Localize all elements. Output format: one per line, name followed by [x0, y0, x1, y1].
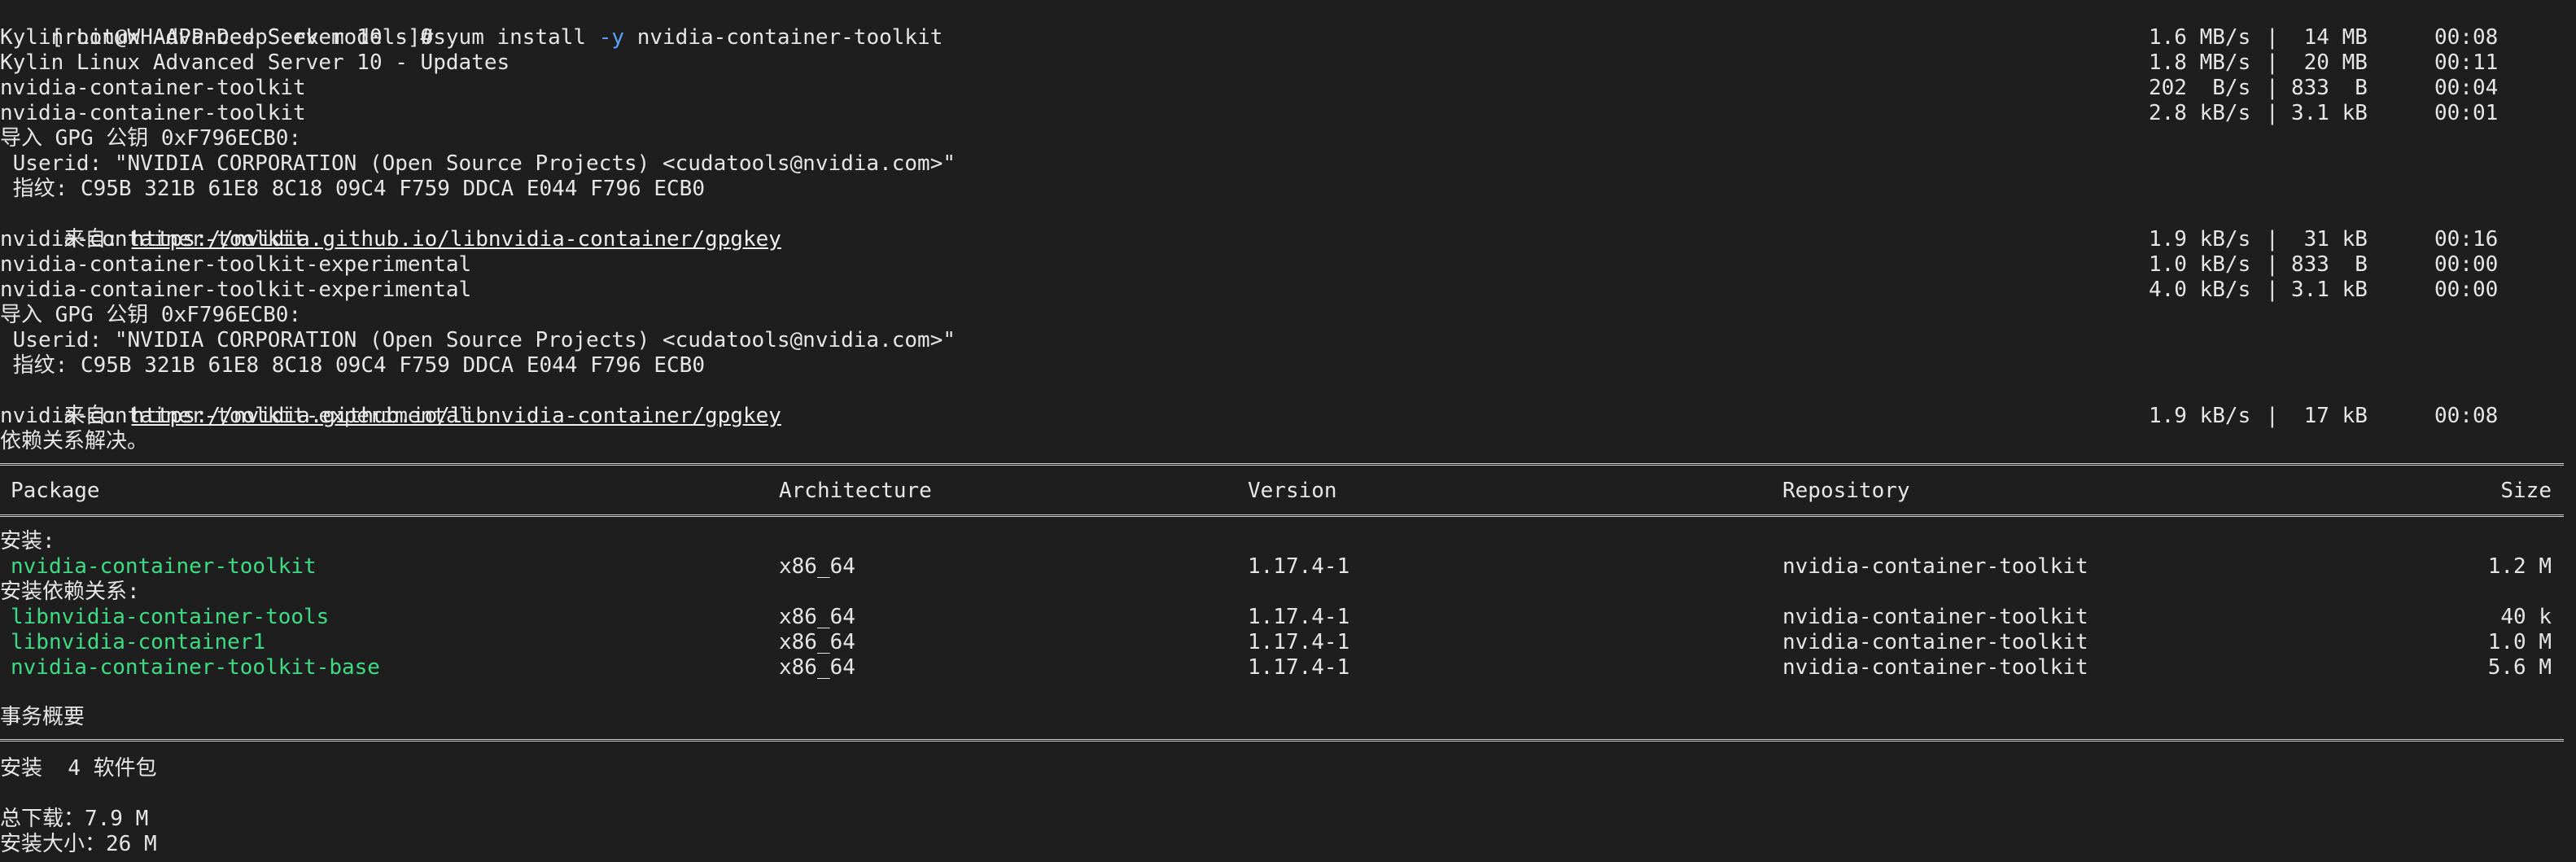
repo-rate: 1.9 kB/s: [2149, 404, 2251, 428]
separator-line: [0, 463, 2564, 466]
header-package: Package: [11, 479, 100, 503]
repo-rate: 4.0 kB/s: [2149, 278, 2251, 302]
column-separator: |: [2266, 227, 2279, 252]
summary-install-size: 安装大小：26 M: [0, 832, 157, 856]
header-architecture: Architecture: [779, 479, 932, 503]
package-size: 1.2 M: [2487, 554, 2552, 579]
gpg-import-line: 导入 GPG 公钥 0xF796ECB0:: [0, 126, 302, 151]
table-row: nvidia-container-toolkit-base x86_64 1.1…: [0, 655, 2576, 680]
summary-install-count: 安装 4 软件包: [0, 756, 157, 781]
terminal-window[interactable]: [root@WH-APP-DeepSeek models]# yum insta…: [0, 0, 2576, 862]
repo-time: 00:11: [2434, 50, 2499, 75]
repo-line: nvidia-container-toolkit-experimental 1.…: [0, 252, 2576, 278]
package-arch: x86_64: [779, 630, 855, 654]
repo-line: nvidia-container-toolkit 1.9 kB/s | 31 k…: [0, 227, 2576, 252]
repo-rate: 1.8 MB/s: [2149, 50, 2251, 75]
repo-time: 00:01: [2434, 101, 2499, 125]
header-size: Size: [2500, 479, 2552, 503]
repo-rate: 1.0 kB/s: [2149, 252, 2251, 277]
repo-line: nvidia-container-toolkit-experimental 1.…: [0, 404, 2576, 429]
package-version: 1.17.4-1: [1248, 630, 1350, 654]
separator-line: [0, 739, 2564, 742]
repo-time: 00:08: [2434, 404, 2499, 428]
header-repository: Repository: [1782, 479, 1910, 503]
repo-size: 3.1 kB: [2291, 278, 2368, 302]
package-version: 1.17.4-1: [1248, 655, 1350, 680]
package-name: nvidia-container-toolkit-base: [11, 655, 380, 680]
repo-line: nvidia-container-toolkit 202 B/s | 833 B…: [0, 76, 2576, 101]
header-version: Version: [1248, 479, 1337, 503]
gpg-source-line: 来自: https://nvidia.github.io/libnvidia-c…: [0, 202, 781, 252]
repo-time: 00:00: [2434, 278, 2499, 302]
repo-size: 14 MB: [2291, 25, 2368, 50]
package-repo: nvidia-container-toolkit: [1782, 655, 2088, 680]
repo-name: nvidia-container-toolkit-experimental: [0, 404, 472, 428]
repo-rate: 1.6 MB/s: [2149, 25, 2251, 50]
package-name: libnvidia-container1: [11, 630, 266, 654]
repo-time: 00:16: [2434, 227, 2499, 252]
repo-name: nvidia-container-toolkit-experimental: [0, 252, 472, 277]
package-name: nvidia-container-toolkit: [11, 554, 317, 579]
gpg-source-line: 来自: https://nvidia.github.io/libnvidia-c…: [0, 378, 781, 428]
gpg-userid-line: Userid: "NVIDIA CORPORATION (Open Source…: [0, 328, 956, 352]
deps-resolved-line: 依赖关系解决。: [0, 429, 149, 453]
separator-line: [0, 514, 2564, 517]
repo-name: nvidia-container-toolkit: [0, 101, 306, 125]
summary-title: 事务概要: [0, 705, 85, 729]
repo-time: 00:08: [2434, 25, 2499, 50]
table-row: nvidia-container-toolkit x86_64 1.17.4-1…: [0, 554, 2576, 580]
column-separator: |: [2266, 252, 2279, 277]
gpg-fingerprint-line: 指纹: C95B 321B 61E8 8C18 09C4 F759 DDCA E…: [0, 177, 705, 201]
prompt-line: [root@WH-APP-DeepSeek models]# yum insta…: [0, 0, 943, 50]
package-arch: x86_64: [779, 655, 855, 680]
repo-line: nvidia-container-toolkit 2.8 kB/s | 3.1 …: [0, 101, 2576, 126]
repo-name: nvidia-container-toolkit: [0, 227, 306, 252]
repo-rate: 2.8 kB/s: [2149, 101, 2251, 125]
repo-size: 20 MB: [2291, 50, 2368, 75]
package-version: 1.17.4-1: [1248, 554, 1350, 579]
repo-name: Kylin Linux Advanced Server 10 - Os: [0, 25, 446, 50]
package-size: 40 k: [2500, 605, 2552, 629]
summary-total-download: 总下载：7.9 M: [0, 807, 149, 831]
package-version: 1.17.4-1: [1248, 605, 1350, 629]
table-row: libnvidia-container1 x86_64 1.17.4-1 nvi…: [0, 630, 2576, 655]
deps-label: 安装依赖关系:: [0, 580, 140, 604]
gpg-fingerprint-line: 指纹: C95B 321B 61E8 8C18 09C4 F759 DDCA E…: [0, 353, 705, 378]
column-separator: |: [2266, 76, 2279, 100]
package-size: 1.0 M: [2487, 630, 2552, 654]
column-separator: |: [2266, 50, 2279, 75]
package-repo: nvidia-container-toolkit: [1782, 630, 2088, 654]
gpg-import-line: 导入 GPG 公钥 0xF796ECB0:: [0, 303, 302, 327]
repo-line: nvidia-container-toolkit-experimental 4.…: [0, 278, 2576, 303]
package-repo: nvidia-container-toolkit: [1782, 605, 2088, 629]
repo-name: nvidia-container-toolkit: [0, 76, 306, 100]
column-separator: |: [2266, 101, 2279, 125]
repo-size: 833 B: [2291, 76, 2368, 100]
gpg-userid-line: Userid: "NVIDIA CORPORATION (Open Source…: [0, 151, 956, 176]
repo-size: 3.1 kB: [2291, 101, 2368, 125]
package-name: libnvidia-container-tools: [11, 605, 330, 629]
column-separator: |: [2266, 278, 2279, 302]
package-arch: x86_64: [779, 554, 855, 579]
repo-name: nvidia-container-toolkit-experimental: [0, 278, 472, 302]
column-separator: |: [2266, 404, 2279, 428]
repo-line: Kylin Linux Advanced Server 10 - Os 1.6 …: [0, 25, 2576, 50]
repo-size: 17 kB: [2291, 404, 2368, 428]
repo-size: 833 B: [2291, 252, 2368, 277]
repo-time: 00:00: [2434, 252, 2499, 277]
install-label: 安装:: [0, 529, 55, 554]
repo-line: Kylin Linux Advanced Server 10 - Updates…: [0, 50, 2576, 76]
repo-rate: 1.9 kB/s: [2149, 227, 2251, 252]
repo-name: Kylin Linux Advanced Server 10 - Updates: [0, 50, 510, 75]
repo-time: 00:04: [2434, 76, 2499, 100]
column-separator: |: [2266, 25, 2279, 50]
package-size: 5.6 M: [2487, 655, 2552, 680]
package-arch: x86_64: [779, 605, 855, 629]
table-row: libnvidia-container-tools x86_64 1.17.4-…: [0, 605, 2576, 630]
package-repo: nvidia-container-toolkit: [1782, 554, 2088, 579]
repo-size: 31 kB: [2291, 227, 2368, 252]
table-header: Package Architecture Version Repository …: [0, 479, 2576, 504]
repo-rate: 202 B/s: [2149, 76, 2251, 100]
